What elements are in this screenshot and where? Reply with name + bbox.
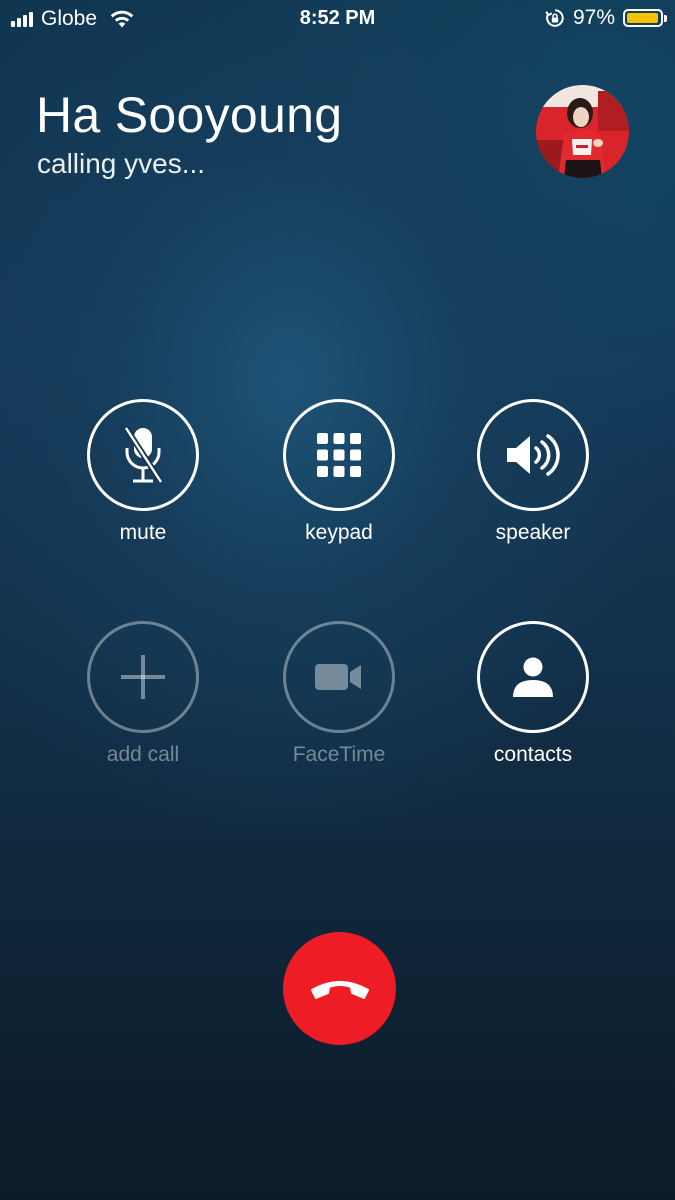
contacts-label: contacts (493, 743, 573, 766)
status-bar-right: 97% (545, 6, 667, 30)
call-status: calling yves... (37, 148, 206, 179)
speaker-button[interactable]: speaker (458, 399, 608, 545)
battery-fill (627, 13, 659, 23)
add-call-button[interactable]: add call (68, 621, 218, 767)
contact-photo (536, 85, 629, 178)
keypad-button[interactable]: keypad (264, 399, 414, 545)
mute-label: mute (119, 521, 167, 544)
plus-icon (121, 655, 165, 699)
call-screen: Globe 8:52 PM 97% Ha Sooyoung calling yv… (0, 0, 675, 1200)
keypad-label: keypad (305, 521, 373, 544)
video-camera-icon (315, 664, 361, 690)
contacts-circle[interactable] (477, 621, 589, 733)
caller-name: Ha Sooyoung (36, 87, 343, 143)
add-call-circle[interactable] (87, 621, 199, 733)
keypad-icon (317, 433, 361, 477)
phone-hangup-icon (310, 980, 369, 999)
rotation-lock-icon (545, 9, 564, 27)
battery-icon (623, 9, 667, 27)
speaker-icon (507, 434, 560, 476)
facetime-label: FaceTime (292, 743, 386, 766)
speaker-label: speaker (495, 521, 571, 544)
keypad-circle[interactable] (283, 399, 395, 511)
add-call-label: add call (106, 743, 180, 766)
mute-button[interactable]: mute (68, 399, 218, 545)
facetime-button[interactable]: FaceTime (264, 621, 414, 767)
status-bar: Globe 8:52 PM 97% (0, 0, 675, 38)
contacts-button[interactable]: contacts (458, 621, 608, 767)
battery-percent: 97% (572, 6, 615, 29)
mute-circle[interactable] (87, 399, 199, 511)
battery-tip (664, 15, 667, 22)
mute-icon (123, 426, 164, 484)
facetime-circle[interactable] (283, 621, 395, 733)
person-icon (513, 657, 553, 697)
end-call-button[interactable] (283, 932, 396, 1045)
speaker-circle[interactable] (477, 399, 589, 511)
contact-avatar[interactable] (536, 85, 629, 178)
